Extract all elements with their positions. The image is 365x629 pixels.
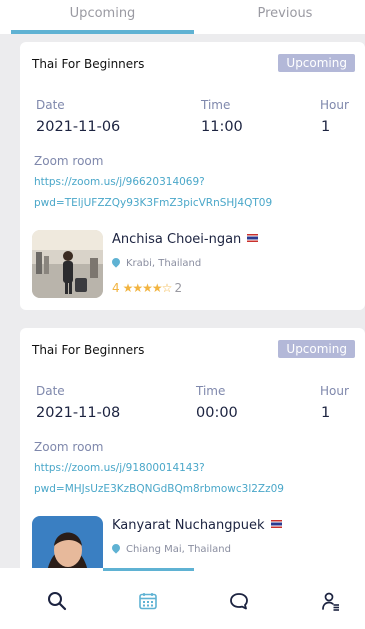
tab-upcoming[interactable]: Upcoming xyxy=(11,6,194,21)
zoom-room-label: Zoom room xyxy=(34,154,104,168)
thai-flag-icon xyxy=(270,520,282,528)
date-value: 2021-11-06 xyxy=(36,119,121,135)
teacher-location: Chiang Mai, Thailand xyxy=(110,542,231,555)
zoom-link-line-1[interactable]: https://zoom.us/j/96620314069? xyxy=(34,172,334,193)
time-label: Time xyxy=(201,98,231,112)
lesson-card[interactable]: Thai For Beginners Upcoming Date Time Ho… xyxy=(20,328,365,584)
thai-flag-icon xyxy=(247,234,259,242)
nav-active-indicator xyxy=(103,568,194,571)
status-badge: Upcoming xyxy=(278,340,355,358)
zoom-link-line-2[interactable]: pwd=TEljUFZZQy93K3FmZ3picVRnSHJ4QT09 xyxy=(34,193,334,214)
lesson-card[interactable]: Thai For Beginners Upcoming Date Time Ho… xyxy=(20,42,365,310)
hour-value: 1 xyxy=(321,119,331,135)
chat-icon[interactable] xyxy=(224,586,254,616)
calendar-icon[interactable] xyxy=(133,586,163,616)
search-icon[interactable] xyxy=(42,586,72,616)
tab-bar: Upcoming Previous xyxy=(0,0,365,34)
tab-active-indicator xyxy=(11,30,194,34)
star-rating-icon: ★★★★☆ xyxy=(122,281,173,295)
teacher-name[interactable]: Kanyarat Nuchangpuek xyxy=(112,518,282,533)
location-pin-icon xyxy=(110,256,122,268)
teacher-avatar[interactable] xyxy=(32,230,103,298)
hour-value: 1 xyxy=(321,405,331,421)
location-pin-icon xyxy=(110,542,122,554)
review-count: 2 xyxy=(174,281,183,295)
profile-list-icon[interactable] xyxy=(316,586,346,616)
teacher-name[interactable]: Anchisa Choei-ngan xyxy=(112,232,259,247)
date-label: Date xyxy=(36,384,65,398)
zoom-link-line-2[interactable]: pwd=MHJsUzE3KzBQNGdBQm8rbmowc3l2Zz09 xyxy=(34,479,334,500)
teacher-rating: 4 ★★★★☆ 2 xyxy=(112,281,182,295)
time-value: 00:00 xyxy=(196,405,238,421)
hour-label: Hour xyxy=(320,98,349,112)
zoom-link-line-1[interactable]: https://zoom.us/j/91800014143? xyxy=(34,458,334,479)
zoom-link[interactable]: https://zoom.us/j/96620314069? pwd=TEljU… xyxy=(34,172,334,214)
time-value: 11:00 xyxy=(201,119,243,135)
rating-value: 4 xyxy=(112,281,120,295)
zoom-link[interactable]: https://zoom.us/j/91800014143? pwd=MHJsU… xyxy=(34,458,334,500)
tab-previous[interactable]: Previous xyxy=(194,6,365,21)
status-badge: Upcoming xyxy=(278,54,355,72)
course-title: Thai For Beginners xyxy=(32,343,145,357)
zoom-room-label: Zoom room xyxy=(34,440,104,454)
hour-label: Hour xyxy=(320,384,349,398)
bottom-nav xyxy=(0,568,365,629)
course-title: Thai For Beginners xyxy=(32,57,145,71)
teacher-location: Krabi, Thailand xyxy=(110,256,201,269)
time-label: Time xyxy=(196,384,226,398)
date-value: 2021-11-08 xyxy=(36,405,121,421)
date-label: Date xyxy=(36,98,65,112)
